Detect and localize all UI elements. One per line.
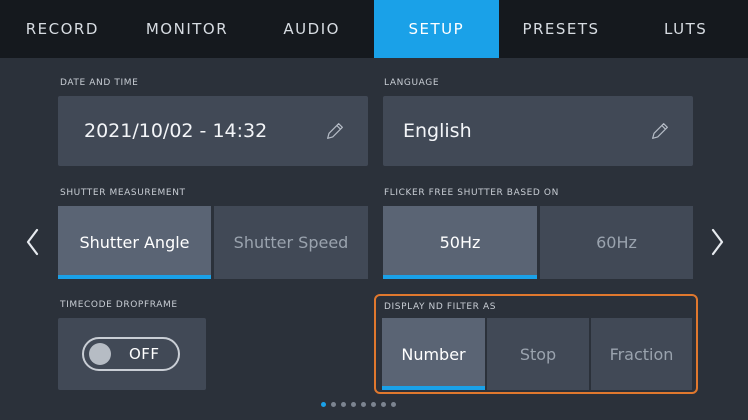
chevron-left-icon[interactable] bbox=[23, 227, 43, 257]
flicker-50hz-option[interactable]: 50Hz bbox=[383, 206, 537, 279]
nd-filter-label: DISPLAY ND FILTER AS bbox=[384, 302, 497, 312]
page-dot[interactable] bbox=[351, 402, 356, 407]
chevron-right-icon[interactable] bbox=[707, 227, 727, 257]
date-time-field[interactable]: 2021/10/02 - 14:32 bbox=[58, 96, 368, 166]
language-value: English bbox=[403, 120, 472, 142]
timecode-dropframe-toggle[interactable]: OFF bbox=[82, 337, 180, 371]
pencil-icon[interactable] bbox=[649, 120, 671, 142]
pencil-icon[interactable] bbox=[324, 120, 346, 142]
page-indicator bbox=[321, 402, 396, 407]
tab-record[interactable]: RECORD bbox=[0, 0, 125, 58]
language-label: LANGUAGE bbox=[384, 78, 440, 88]
flicker-60hz-option[interactable]: 60Hz bbox=[540, 206, 693, 279]
tab-luts[interactable]: LUTS bbox=[623, 0, 748, 58]
nd-stop-option[interactable]: Stop bbox=[487, 318, 589, 390]
shutter-measurement-label: SHUTTER MEASUREMENT bbox=[60, 188, 186, 198]
toggle-state: OFF bbox=[129, 345, 160, 363]
flicker-free-label: FLICKER FREE SHUTTER BASED ON bbox=[384, 188, 559, 198]
tab-audio[interactable]: AUDIO bbox=[249, 0, 374, 58]
page-dot[interactable] bbox=[391, 402, 396, 407]
page-dot[interactable] bbox=[381, 402, 386, 407]
page-dot[interactable] bbox=[331, 402, 336, 407]
date-time-label: DATE AND TIME bbox=[60, 78, 139, 88]
nd-fraction-option[interactable]: Fraction bbox=[591, 318, 692, 390]
date-time-value: 2021/10/02 - 14:32 bbox=[84, 120, 268, 142]
shutter-speed-option[interactable]: Shutter Speed bbox=[214, 206, 368, 279]
timecode-dropframe-label: TIMECODE DROPFRAME bbox=[60, 300, 178, 310]
tab-setup[interactable]: SETUP bbox=[374, 0, 499, 58]
tab-bar: RECORD MONITOR AUDIO SETUP PRESETS LUTS bbox=[0, 0, 748, 58]
nd-number-option[interactable]: Number bbox=[382, 318, 485, 390]
page-dot[interactable] bbox=[321, 402, 326, 407]
page-dot[interactable] bbox=[371, 402, 376, 407]
page-dot[interactable] bbox=[361, 402, 366, 407]
tab-presets[interactable]: PRESETS bbox=[499, 0, 624, 58]
shutter-angle-option[interactable]: Shutter Angle bbox=[58, 206, 211, 279]
language-field[interactable]: English bbox=[383, 96, 693, 166]
page-dot[interactable] bbox=[341, 402, 346, 407]
toggle-knob bbox=[89, 343, 111, 365]
tab-monitor[interactable]: MONITOR bbox=[125, 0, 250, 58]
